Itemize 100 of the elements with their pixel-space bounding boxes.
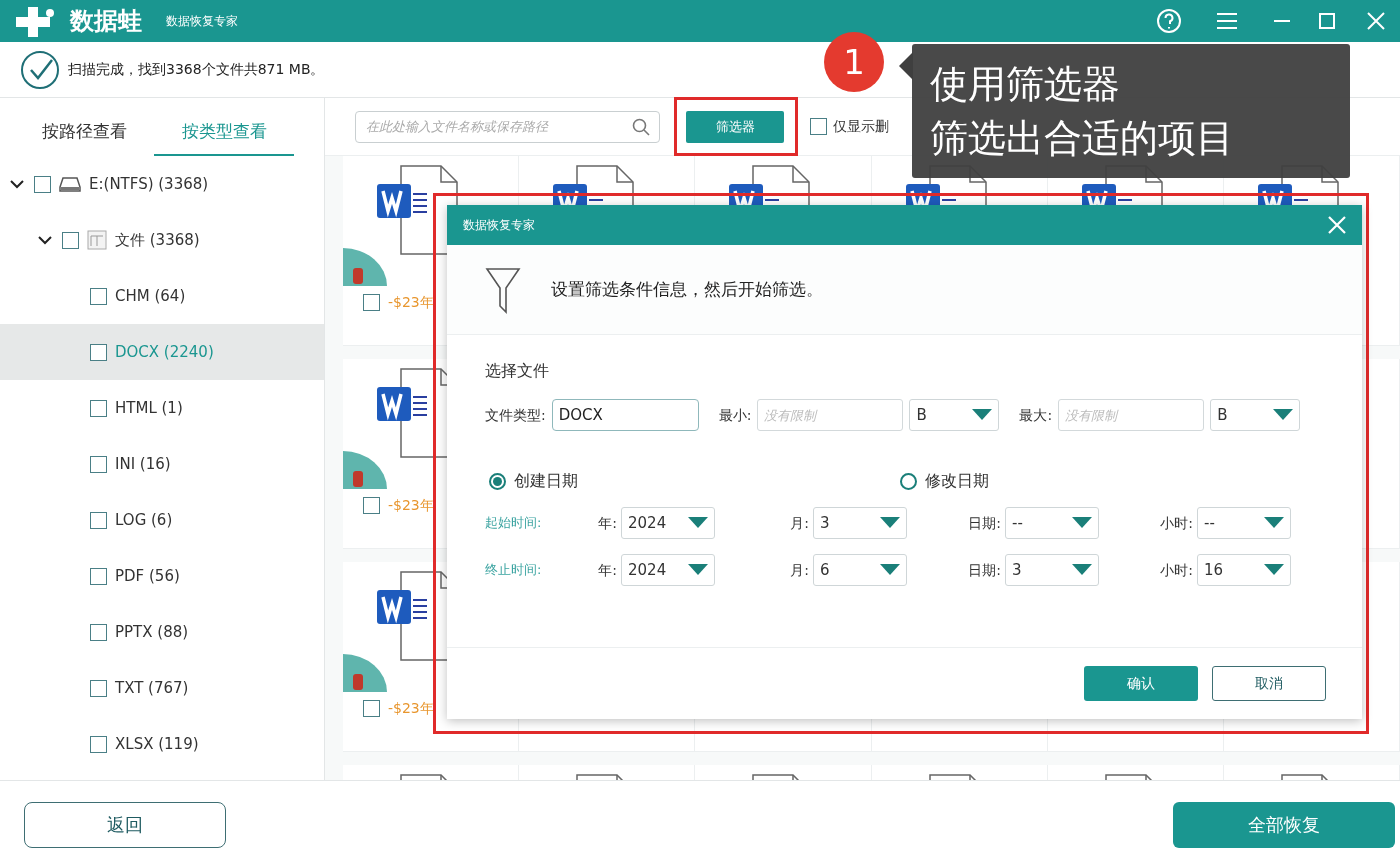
tree-label: INI (16) [115,453,171,475]
checkbox[interactable] [90,455,107,473]
tree-row[interactable]: INI (16) [0,436,324,492]
file-name: -$23年 [388,496,434,515]
radio-label: 修改日期 [925,470,989,492]
tree-row[interactable]: PPTX (88) [0,604,324,660]
field-label: 小时: [1160,513,1193,533]
radio-button[interactable] [900,472,917,490]
field-label: 月: [790,560,809,580]
dropdown-caret-icon [1072,564,1092,576]
size-field[interactable]: 没有限制 [757,399,904,431]
funnel-icon [485,265,521,314]
checkbox[interactable] [62,231,79,249]
close-icon[interactable] [1328,216,1346,234]
grid-icon [87,230,107,250]
radio-button[interactable] [489,472,506,490]
field-label: 日期: [968,560,1001,580]
dropdown[interactable]: 2024 [621,554,715,586]
checkbox[interactable] [90,511,107,529]
checkbox[interactable] [363,497,380,514]
callout-text: 筛选出合适的项目 [930,115,1235,161]
dropdown-caret-icon [972,409,993,421]
tree-label: HTML (1) [115,397,183,419]
tree-row[interactable]: PDF (56) [0,548,324,604]
confirm-button[interactable]: 确认 [1084,666,1198,701]
dropdown[interactable]: -- [1197,507,1291,539]
tree-row[interactable]: E:(NTFS) (3368) [0,156,324,212]
field-label: 最小: [718,405,752,425]
tree-label: PDF (56) [115,565,180,587]
dropdown-caret-icon [688,517,708,529]
close-icon[interactable] [1366,11,1386,31]
checkbox[interactable] [810,118,827,135]
dropdown-caret-icon [880,517,900,529]
dropdown[interactable]: 16 [1197,554,1291,586]
dropdown-caret-icon [1273,409,1294,421]
view-tab[interactable]: 按类型查看 [154,110,294,156]
tree-label: E:(NTFS) (3368) [89,173,209,195]
recover-all-button[interactable]: 全部恢复 [1173,801,1395,848]
file-type-field[interactable]: DOCX [551,399,699,431]
tree-row[interactable]: 文件 (3368) [0,212,324,268]
tree-label: PPTX (88) [115,621,189,643]
tree-row[interactable]: HTML (1) [0,380,324,436]
checkbox[interactable] [90,735,107,753]
field-label: 小时: [1160,560,1193,580]
tree-label: XLSX (119) [115,733,199,755]
scan-status: 扫描完成，找到3368个文件共871 MB。 [68,60,325,79]
checkbox[interactable] [34,175,51,193]
help-icon[interactable] [1156,8,1182,34]
checkbox[interactable] [90,343,107,361]
file-name: -$23年 [388,699,434,718]
checkbox[interactable] [363,294,380,311]
dropdown[interactable]: 3 [813,507,907,539]
field-label: 日期: [968,513,1001,533]
checkbox[interactable] [363,700,380,717]
filter-button[interactable]: 筛选器 [686,110,784,143]
dropdown[interactable]: -- [1005,507,1099,539]
tree-label: LOG (6) [115,509,173,531]
field-label: 年: [598,560,617,580]
dropdown[interactable]: B [909,399,1000,431]
checkbox[interactable] [90,287,107,305]
dropdown[interactable]: 3 [1005,554,1099,586]
tree-label: DOCX (2240) [115,341,214,363]
tree-row[interactable]: LOG (6) [0,492,324,548]
deleted-badge-icon [343,248,387,286]
app-subtitle: 数据恢复专家 [166,13,238,30]
tree-row[interactable]: TXT (767) [0,660,324,716]
app-name: 数据蛙 [70,6,142,37]
drive-icon [59,176,81,192]
search-field[interactable]: 在此处输入文件名称或保存路径 [355,110,660,143]
maximize-icon[interactable] [1318,12,1336,30]
dropdown-caret-icon [1264,564,1284,576]
checkbox[interactable] [90,679,107,697]
step-number-badge: 1 [824,32,884,92]
checkbox-label: 仅显示删 [833,117,889,136]
cancel-button[interactable]: 取消 [1212,666,1326,701]
file-name: -$23年 [388,293,434,312]
tree-row[interactable]: XLSX (119) [0,716,324,772]
back-button[interactable]: 返回 [24,801,226,848]
deleted-badge-icon [343,654,387,692]
view-tab[interactable]: 按路径查看 [14,110,154,156]
size-field[interactable]: 没有限制 [1058,399,1205,431]
dropdown-caret-icon [688,564,708,576]
field-label: 年: [598,513,617,533]
dropdown[interactable]: 2024 [621,507,715,539]
dropdown[interactable]: B [1210,399,1301,431]
checkbox[interactable] [90,623,107,641]
dropdown-caret-icon [1072,517,1092,529]
menu-icon[interactable] [1216,11,1238,31]
search-icon[interactable] [632,117,650,136]
tree-row[interactable]: CHM (64) [0,268,324,324]
tree-label: 文件 (3368) [115,229,200,251]
checkbox[interactable] [90,567,107,585]
dropdown[interactable]: 6 [813,554,907,586]
checkbox[interactable] [90,399,107,417]
callout-text: 使用筛选器 [930,61,1121,107]
tree-label: CHM (64) [115,285,186,307]
check-circle-icon [20,49,60,90]
field-label: 月: [790,513,809,533]
dialog-intro: 设置筛选条件信息，然后开始筛选。 [551,277,823,301]
field-label: 最大: [1019,405,1053,425]
